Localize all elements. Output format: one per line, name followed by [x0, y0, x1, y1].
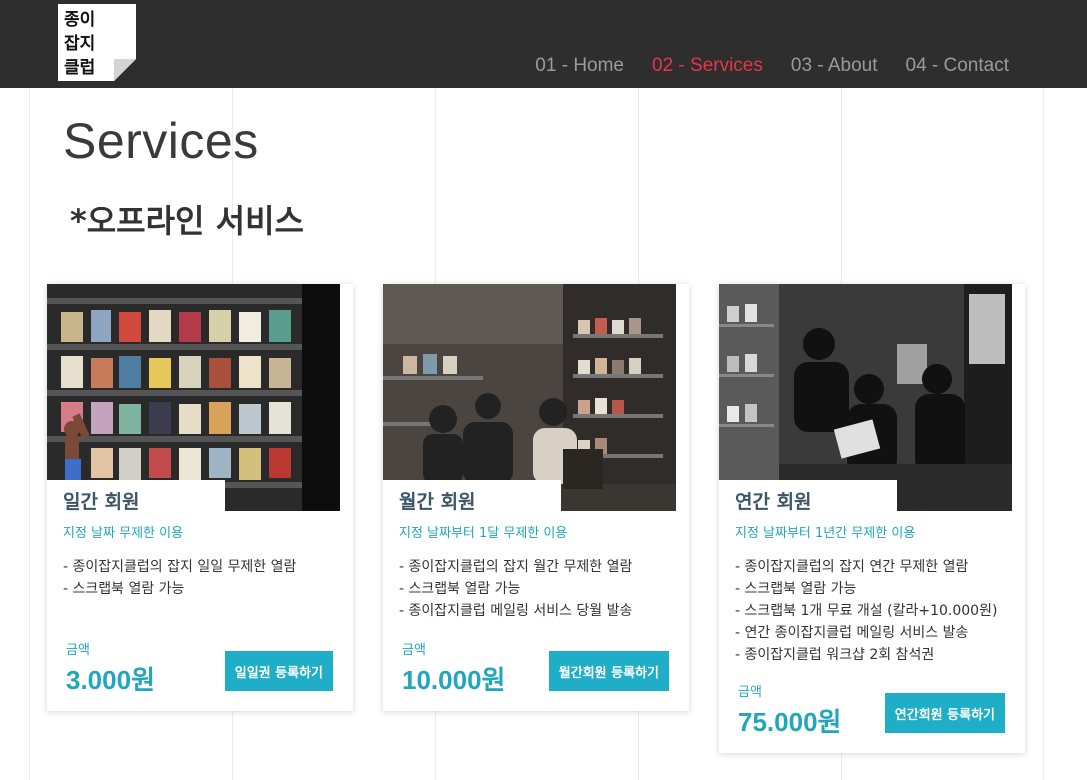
- logo-page-fold-shade: [114, 59, 136, 81]
- nav-contact[interactable]: 04 - Contact: [906, 55, 1010, 77]
- card-feature-item: - 연간 종이잡지클럽 메일링 서비스 발송: [735, 625, 969, 641]
- price-label: 금액: [738, 685, 762, 700]
- card-subtitle: 지정 날짜부터 1년간 무제한 이용: [735, 526, 916, 541]
- logo-line: 클럽: [64, 58, 96, 78]
- nav-services[interactable]: 02 - Services: [652, 55, 763, 77]
- pricing-card-monthly: 월간 회원 지정 날짜부터 1달 무제한 이용 - 종이잡지클럽의 잡지 월간 …: [383, 284, 689, 711]
- card-feature-item: - 종이잡지클럽 워크샵 2회 참석권: [735, 647, 935, 663]
- price-label: 금액: [66, 643, 90, 658]
- card-subtitle: 지정 날짜 무제한 이용: [63, 526, 184, 541]
- logo-text: 종이 잡지 클럽: [64, 8, 95, 80]
- nav-about[interactable]: 03 - About: [791, 55, 878, 77]
- top-navbar: 종이 잡지 클럽 01 - Home 02 - Services 03 - Ab…: [0, 0, 1087, 88]
- card-feature-item: - 스크랩북 1개 무료 개설 (칼라+10.000원): [735, 603, 998, 619]
- card-feature-item: - 종이잡지클럽의 잡지 일일 무제한 열람: [63, 559, 297, 575]
- price-value: 10.000원: [402, 665, 506, 695]
- card-feature-item: - 스크랩북 열람 가능: [735, 581, 857, 597]
- card-feature-item: - 종이잡지클럽의 잡지 연간 무제한 열람: [735, 559, 969, 575]
- card-photo-workshop: [719, 284, 1012, 511]
- card-photo-people-reading: [383, 284, 676, 511]
- nav-home[interactable]: 01 - Home: [535, 55, 624, 77]
- logo-line: 종이: [64, 10, 96, 30]
- pricing-card-yearly: 연간 회원 지정 날짜부터 1년간 무제한 이용 - 종이잡지클럽의 잡지 연간…: [719, 284, 1025, 753]
- price-value: 3.000원: [66, 665, 155, 695]
- price-label: 금액: [402, 643, 426, 658]
- card-title: 일간 회원: [63, 491, 140, 513]
- main-nav: 01 - Home 02 - Services 03 - About 04 - …: [535, 55, 1009, 77]
- card-subtitle: 지정 날짜부터 1달 무제한 이용: [399, 526, 568, 541]
- pricing-card-daily: 일간 회원 지정 날짜 무제한 이용 - 종이잡지클럽의 잡지 일일 무제한 열…: [47, 284, 353, 711]
- page-title: Services: [63, 113, 259, 169]
- card-title: 연간 회원: [735, 491, 812, 513]
- register-monthly-button[interactable]: 월간회원 등록하기: [548, 651, 669, 691]
- card-feature-item: - 종이잡지클럽 메일링 서비스 당월 발송: [399, 603, 633, 619]
- register-yearly-button[interactable]: 연간회원 등록하기: [884, 693, 1005, 733]
- register-daily-button[interactable]: 일일권 등록하기: [224, 651, 333, 691]
- card-feature-list: - 종이잡지클럽의 잡지 연간 무제한 열람 - 스크랩북 열람 가능 - 스크…: [735, 556, 997, 666]
- card-feature-item: - 스크랩북 열람 가능: [399, 581, 521, 597]
- price-value: 75.000원: [738, 707, 842, 737]
- card-feature-item: - 종이잡지클럽의 잡지 월간 무제한 열람: [399, 559, 633, 575]
- card-feature-item: - 스크랩북 열람 가능: [63, 581, 185, 597]
- section-title: *오프라인 서비스: [70, 202, 304, 240]
- logo[interactable]: 종이 잡지 클럽: [58, 4, 136, 81]
- card-photo-magazine-wall: [47, 284, 340, 511]
- card-feature-list: - 종이잡지클럽의 잡지 일일 무제한 열람 - 스크랩북 열람 가능: [63, 556, 296, 600]
- logo-line: 잡지: [64, 34, 96, 54]
- card-feature-list: - 종이잡지클럽의 잡지 월간 무제한 열람 - 스크랩북 열람 가능 - 종이…: [399, 556, 632, 622]
- card-title: 월간 회원: [399, 491, 476, 513]
